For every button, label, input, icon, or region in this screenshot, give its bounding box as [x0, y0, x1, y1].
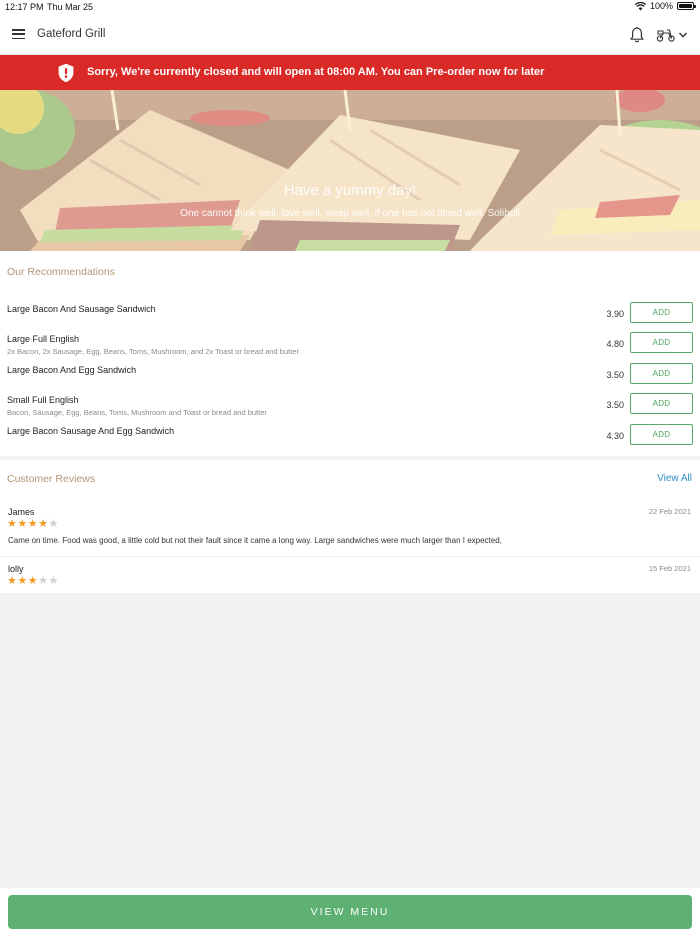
battery-percent: 100% — [649, 1, 673, 11]
review-author: lolly — [8, 564, 24, 574]
item-price: 3.90 — [606, 309, 624, 319]
status-bar: 12:17 PM Thu Mar 25 100% — [0, 0, 700, 14]
item-price: 3.50 — [606, 400, 624, 410]
delivery-scooter-icon — [656, 29, 675, 42]
chevron-down-icon — [678, 32, 688, 38]
recommendations-title: Our Recommendations — [7, 266, 115, 278]
reviews-section: Customer Reviews View All James 22 Feb 2… — [0, 460, 700, 593]
status-time: 12:17 PM — [5, 2, 44, 12]
hero-quote: One cannot think well, love well, sleep … — [180, 208, 520, 219]
list-item: Large Bacon And Sausage Sandwich 3.90 AD… — [0, 302, 700, 334]
battery-icon — [677, 2, 696, 10]
status-date: Thu Mar 25 — [47, 2, 94, 12]
shield-alert-icon — [58, 63, 74, 83]
add-button[interactable]: ADD — [630, 332, 693, 353]
item-name: Large Bacon And Sausage Sandwich — [7, 304, 156, 314]
hamburger-icon[interactable] — [12, 29, 25, 39]
item-name: Large Full English — [7, 334, 80, 344]
item-price: 4.80 — [606, 339, 624, 349]
review-text: Came on time. Food was good, a little co… — [8, 536, 502, 545]
item-description: Bacon, Sausage, Egg, Beans, Toms, Mushro… — [7, 408, 267, 417]
view-all-link[interactable]: View All — [657, 473, 692, 484]
app-bar: Gateford Grill — [0, 14, 700, 55]
item-price: 4.30 — [606, 431, 624, 441]
item-name: Large Bacon Sausage And Egg Sandwich — [7, 426, 175, 436]
star-filled-icon: ★ — [38, 518, 49, 530]
review-item: lolly 15 Feb 2021 ★★★★★ — [0, 564, 700, 592]
star-filled-icon: ★ — [27, 518, 39, 530]
list-item: Large Bacon And Egg Sandwich 3.50 ADD — [0, 363, 700, 395]
hero-overlay — [0, 90, 700, 251]
recommendations-section: Our Recommendations Large Bacon And Saus… — [0, 251, 700, 456]
item-price: 3.50 — [606, 370, 624, 380]
review-date: 15 Feb 2021 — [648, 564, 691, 573]
add-button[interactable]: ADD — [630, 424, 693, 445]
closed-banner: Sorry, We're currently closed and will o… — [0, 55, 700, 90]
item-name: Small Full English — [7, 395, 79, 405]
star-filled-icon: ★ — [7, 575, 18, 587]
item-name: Large Bacon And Egg Sandwich — [7, 365, 137, 375]
star-empty-icon: ★ — [48, 518, 59, 530]
review-author: James — [8, 507, 35, 517]
hero-headline: Have a yummy day! — [283, 182, 417, 199]
reviews-title: Customer Reviews — [7, 473, 96, 485]
bottom-bar: VIEW MENU — [0, 888, 700, 934]
star-empty-icon: ★ — [48, 575, 59, 587]
star-filled-icon: ★ — [27, 575, 39, 587]
bell-icon[interactable] — [628, 26, 646, 44]
review-date: 22 Feb 2021 — [648, 507, 691, 516]
item-description: 2x Bacon, 2x Sausage, Egg, Beans, Toms, … — [7, 347, 299, 356]
list-item: Small Full English Bacon, Sausage, Egg, … — [0, 393, 700, 425]
add-button[interactable]: ADD — [630, 393, 693, 414]
divider — [0, 556, 700, 557]
star-empty-icon: ★ — [38, 575, 49, 587]
hero-banner: Have a yummy day! One cannot think well,… — [0, 90, 700, 251]
review-item: James 22 Feb 2021 ★★★★★ Came on time. Fo… — [0, 507, 700, 557]
star-rating: ★★★★★ — [7, 519, 59, 530]
star-filled-icon: ★ — [7, 518, 18, 530]
view-menu-button[interactable]: VIEW MENU — [8, 895, 692, 929]
list-item: Large Bacon Sausage And Egg Sandwich 4.3… — [0, 424, 700, 456]
add-button[interactable]: ADD — [630, 302, 693, 323]
delivery-mode-selector[interactable] — [656, 26, 690, 44]
star-filled-icon: ★ — [17, 518, 28, 530]
closed-message: Sorry, We're currently closed and will o… — [87, 66, 545, 78]
star-filled-icon: ★ — [17, 575, 28, 587]
list-item: Large Full English 2x Bacon, 2x Sausage,… — [0, 332, 700, 364]
wifi-icon — [634, 1, 646, 10]
status-right: 100% — [634, 1, 696, 11]
restaurant-title: Gateford Grill — [37, 28, 106, 40]
star-rating: ★★★★★ — [7, 576, 59, 587]
add-button[interactable]: ADD — [630, 363, 693, 384]
